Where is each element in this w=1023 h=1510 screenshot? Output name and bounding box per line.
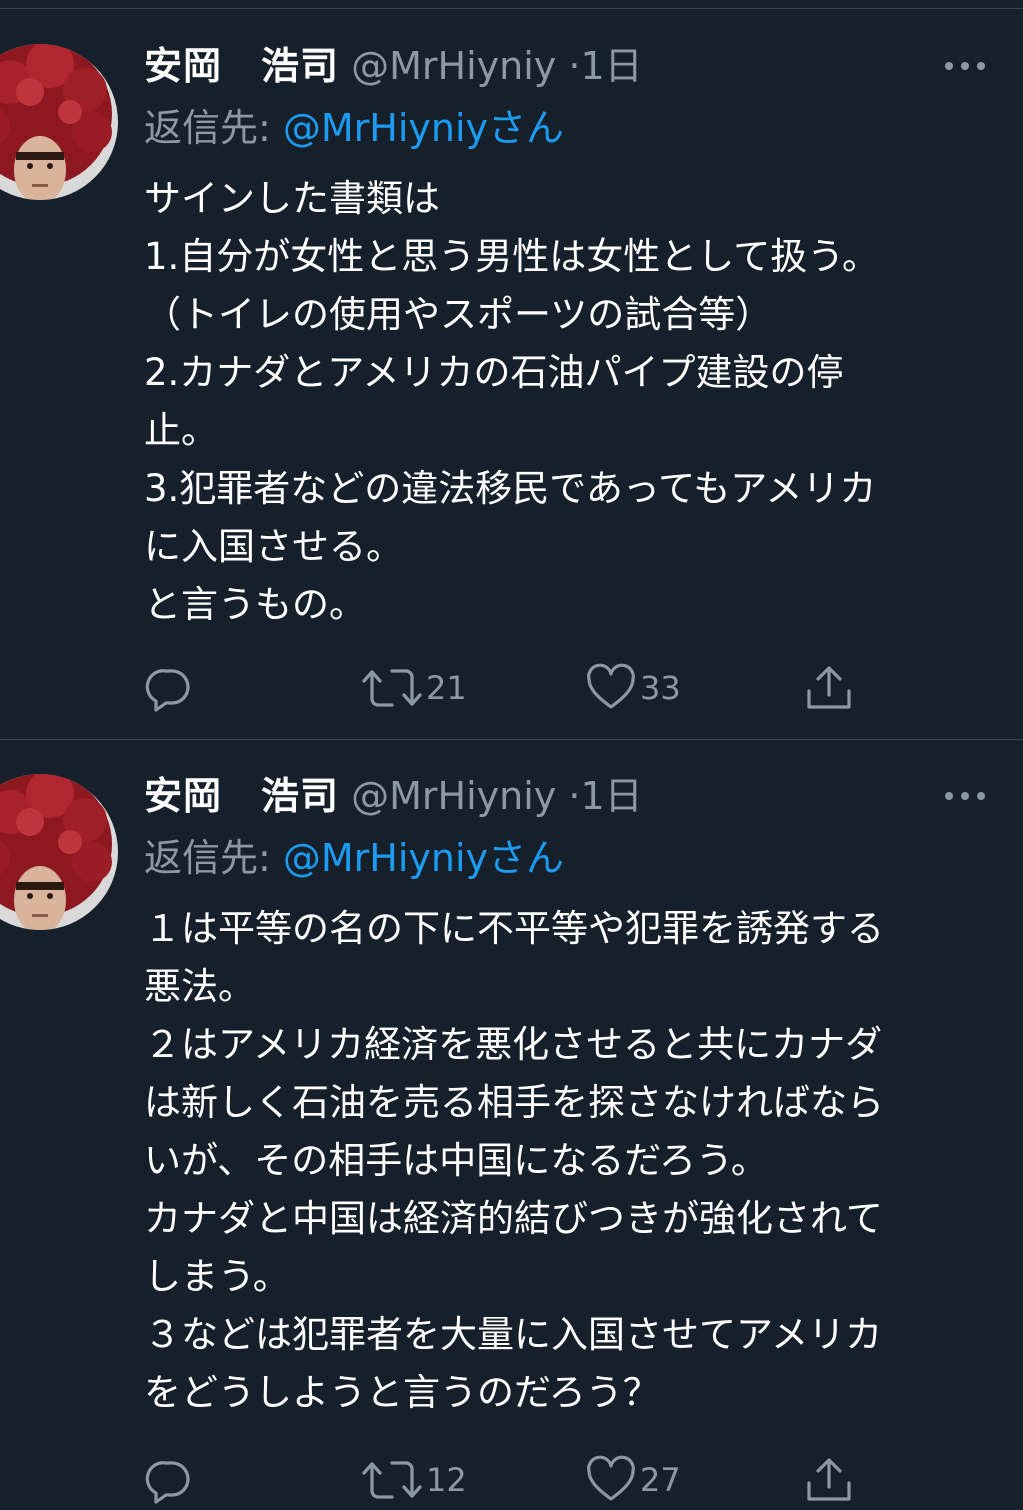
retweet-icon (362, 1455, 422, 1505)
tweet-text-line: ３などは犯罪者を大量に入国させてアメリカ (144, 1313, 883, 1356)
reply-button[interactable] (144, 658, 198, 718)
user-handle[interactable]: @MrHiyniy (351, 774, 556, 818)
reply-icon (144, 663, 194, 713)
tweet-actions: 12 27 (144, 1450, 864, 1510)
retweet-icon (362, 663, 422, 713)
reply-to-prefix: 返信先: (144, 106, 283, 150)
tweet-text-line: しまう。 (144, 1255, 290, 1298)
tweet-text-line: は新しく石油を売る相手を探さなければなら (144, 1081, 884, 1124)
reply-to-prefix: 返信先: (144, 836, 283, 880)
like-count: 33 (640, 669, 681, 707)
share-button[interactable] (804, 658, 854, 718)
retweet-count: 21 (426, 669, 467, 707)
avatar[interactable] (0, 42, 118, 202)
tweet-text-line: と言うもの。 (144, 583, 366, 626)
like-icon (586, 663, 636, 713)
tweet-header: 安岡 浩司 @MrHiyniy ·1日 (144, 768, 1004, 828)
timestamp[interactable]: 1日 (580, 44, 642, 88)
tweet-text-line: 悪法。 (144, 965, 255, 1008)
tweet-text-line: １は平等の名の下に不平等や犯罪を誘発する (144, 907, 884, 950)
display-name[interactable]: 安岡 浩司 (144, 774, 339, 818)
tweet-text-line: いが、その相手は中国になるだろう。 (144, 1139, 768, 1182)
timestamp[interactable]: 1日 (580, 774, 642, 818)
reply-mention-link[interactable]: @MrHiyniyさん (283, 106, 564, 150)
tweet-text-line: に入国させる。 (144, 525, 403, 568)
tweet-text-line: 1.自分が女性と思う男性は女性として扱う。 (144, 235, 879, 278)
user-handle[interactable]: @MrHiyniy (351, 44, 556, 88)
tweet-actions: 21 33 (144, 658, 864, 718)
tweet-text-line: 3.犯罪者などの違法移民であってもアメリカ (144, 467, 877, 510)
tweet-header: 安岡 浩司 @MrHiyniy ·1日 (144, 38, 1004, 98)
separator-dot: · (568, 774, 581, 818)
tweet-text-line: （トイレの使用やスポーツの試合等） (144, 293, 773, 336)
tweet-text: サインした書類は 1.自分が女性と思う男性は女性として扱う。 （トイレの使用やス… (144, 170, 994, 634)
tweet-text-line: 2.カナダとアメリカの石油パイプ建設の停 (144, 351, 844, 394)
more-options-icon[interactable] (941, 56, 989, 76)
reply-mention-link[interactable]: @MrHiyniyさん (283, 836, 564, 880)
tweet-text-line: をどうしようと言うのだろう？ (144, 1371, 660, 1414)
share-icon (804, 663, 854, 713)
like-icon (586, 1455, 636, 1505)
tweet-divider (0, 739, 1023, 740)
display-name[interactable]: 安岡 浩司 (144, 44, 339, 88)
share-button[interactable] (804, 1450, 854, 1510)
tweet-text-line: ２はアメリカ経済を悪化させると共にカナダ (144, 1023, 883, 1066)
like-count: 27 (640, 1461, 681, 1499)
avatar[interactable] (0, 772, 118, 932)
reply-button[interactable] (144, 1450, 198, 1510)
tweet-text-line: カナダと中国は経済的結びつきが強化されて (144, 1197, 883, 1240)
separator-dot: · (568, 44, 581, 88)
tweet-text: １は平等の名の下に不平等や犯罪を誘発する 悪法。 ２はアメリカ経済を悪化させると… (144, 900, 994, 1422)
reply-icon (144, 1455, 194, 1505)
retweet-count: 12 (426, 1461, 467, 1499)
more-options-icon[interactable] (941, 786, 989, 806)
retweet-button[interactable]: 21 (362, 658, 467, 718)
reply-to-line: 返信先: @MrHiyniyさん (144, 830, 564, 886)
share-icon (804, 1455, 854, 1505)
tweet-text-line: 止。 (144, 409, 218, 452)
like-button[interactable]: 33 (586, 658, 681, 718)
like-button[interactable]: 27 (586, 1450, 681, 1510)
tweet-text-line: サインした書類は (144, 177, 440, 220)
retweet-button[interactable]: 12 (362, 1450, 467, 1510)
top-divider (0, 8, 1023, 9)
reply-to-line: 返信先: @MrHiyniyさん (144, 100, 564, 156)
